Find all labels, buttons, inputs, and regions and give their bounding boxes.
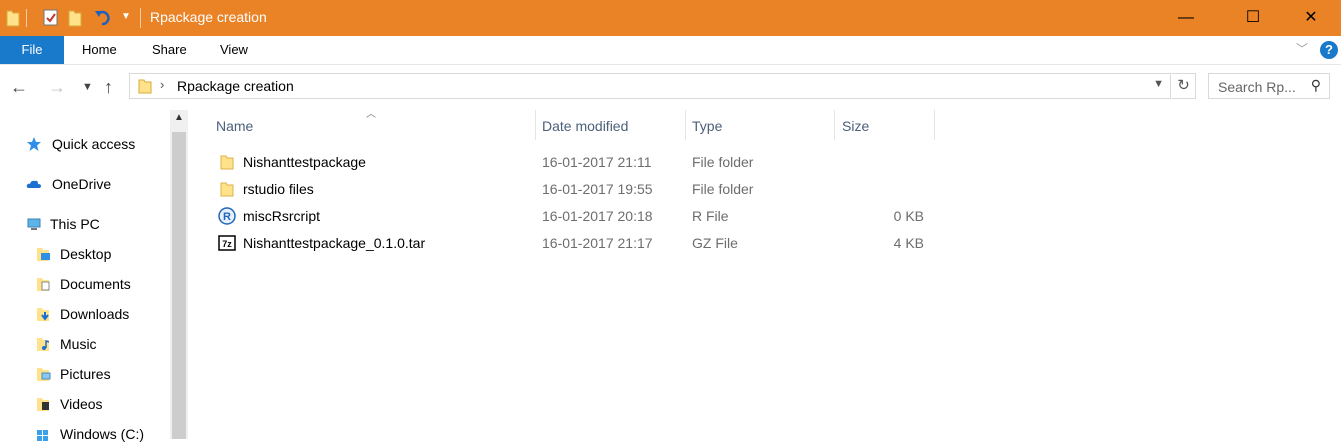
recent-locations-icon[interactable]: ▼ bbox=[82, 74, 93, 100]
tab-home[interactable]: Home bbox=[82, 36, 117, 64]
svg-text:7z: 7z bbox=[222, 239, 232, 249]
customize-toolbar-icon[interactable]: ▼ bbox=[121, 11, 131, 22]
file-row[interactable]: 7z Nishanttestpackage_0.1.0.tar 16-01-20… bbox=[210, 231, 936, 257]
drive-icon bbox=[37, 430, 48, 441]
maximize-button[interactable]: ☐ bbox=[1230, 0, 1276, 36]
cloud-icon bbox=[26, 180, 41, 188]
7z-archive-icon: 7z bbox=[218, 235, 236, 251]
help-button[interactable]: ? bbox=[1320, 41, 1338, 59]
back-arrow-icon[interactable]: ← bbox=[10, 74, 28, 100]
pictures-folder-icon bbox=[37, 368, 51, 381]
file-row[interactable]: R miscRsrcript 16-01-2017 20:18 R File 0… bbox=[210, 204, 936, 230]
up-arrow-icon[interactable]: ↑ bbox=[104, 74, 113, 100]
forward-arrow-icon[interactable]: → bbox=[48, 74, 66, 100]
divider bbox=[140, 8, 141, 28]
search-input[interactable]: Search Rp... ⚲ bbox=[1208, 73, 1330, 99]
music-folder-icon bbox=[37, 338, 50, 351]
star-icon bbox=[27, 137, 41, 151]
new-folder-icon[interactable] bbox=[68, 8, 82, 28]
folder-icon bbox=[6, 10, 20, 27]
column-header-type[interactable]: Type bbox=[692, 113, 722, 141]
folder-icon bbox=[220, 155, 234, 170]
close-button[interactable]: ✕ bbox=[1288, 0, 1334, 36]
ribbon-tabs: File Home Share View bbox=[0, 36, 1341, 65]
column-divider[interactable] bbox=[934, 110, 935, 140]
properties-icon[interactable] bbox=[42, 8, 60, 28]
search-placeholder: Search Rp... bbox=[1218, 79, 1296, 95]
folder-icon bbox=[138, 79, 152, 94]
chevron-right-icon[interactable]: › bbox=[160, 77, 164, 92]
search-icon: ⚲ bbox=[1310, 77, 1321, 93]
column-header-name[interactable]: Name bbox=[216, 113, 253, 141]
scrollbar-thumb[interactable] bbox=[172, 132, 186, 439]
tab-file[interactable]: File bbox=[0, 36, 64, 64]
column-header-size[interactable]: Size bbox=[842, 113, 869, 141]
address-bar[interactable]: › Rpackage creation ▼ bbox=[129, 73, 1171, 99]
videos-folder-icon bbox=[37, 398, 49, 411]
chevron-down-icon[interactable]: ▼ bbox=[1153, 78, 1164, 90]
expand-ribbon-icon[interactable]: ﹀ bbox=[1296, 40, 1308, 57]
computer-icon bbox=[27, 218, 41, 230]
documents-folder-icon bbox=[37, 278, 50, 291]
svg-text:R: R bbox=[223, 211, 231, 223]
scroll-up-icon[interactable]: ▲ bbox=[174, 112, 184, 123]
tab-share[interactable]: Share bbox=[152, 36, 187, 64]
refresh-button[interactable]: ↻ bbox=[1172, 73, 1196, 99]
file-row[interactable]: Nishanttestpackage 16-01-2017 21:11 File… bbox=[210, 150, 936, 176]
column-divider[interactable] bbox=[535, 110, 536, 140]
sidebar-scrollbar[interactable]: ▲ bbox=[170, 110, 188, 439]
folder-icon bbox=[220, 182, 234, 197]
divider bbox=[26, 9, 27, 27]
column-divider[interactable] bbox=[685, 110, 686, 140]
column-header-date-modified[interactable]: Date modified bbox=[542, 113, 628, 141]
title-bar: ▼ Rpackage creation — ☐ ✕ bbox=[0, 0, 1341, 36]
column-divider[interactable] bbox=[834, 110, 835, 140]
r-file-icon: R bbox=[218, 207, 236, 225]
undo-icon[interactable] bbox=[94, 8, 112, 28]
downloads-folder-icon bbox=[37, 308, 49, 321]
file-row[interactable]: rstudio files 16-01-2017 19:55 File fold… bbox=[210, 177, 936, 203]
tab-view[interactable]: View bbox=[220, 36, 248, 64]
desktop-folder-icon bbox=[37, 248, 50, 261]
window-title: Rpackage creation bbox=[150, 9, 267, 25]
sort-ascending-icon: ︿ bbox=[366, 109, 376, 120]
breadcrumb[interactable]: Rpackage creation bbox=[177, 78, 294, 94]
minimize-button[interactable]: — bbox=[1163, 0, 1209, 36]
